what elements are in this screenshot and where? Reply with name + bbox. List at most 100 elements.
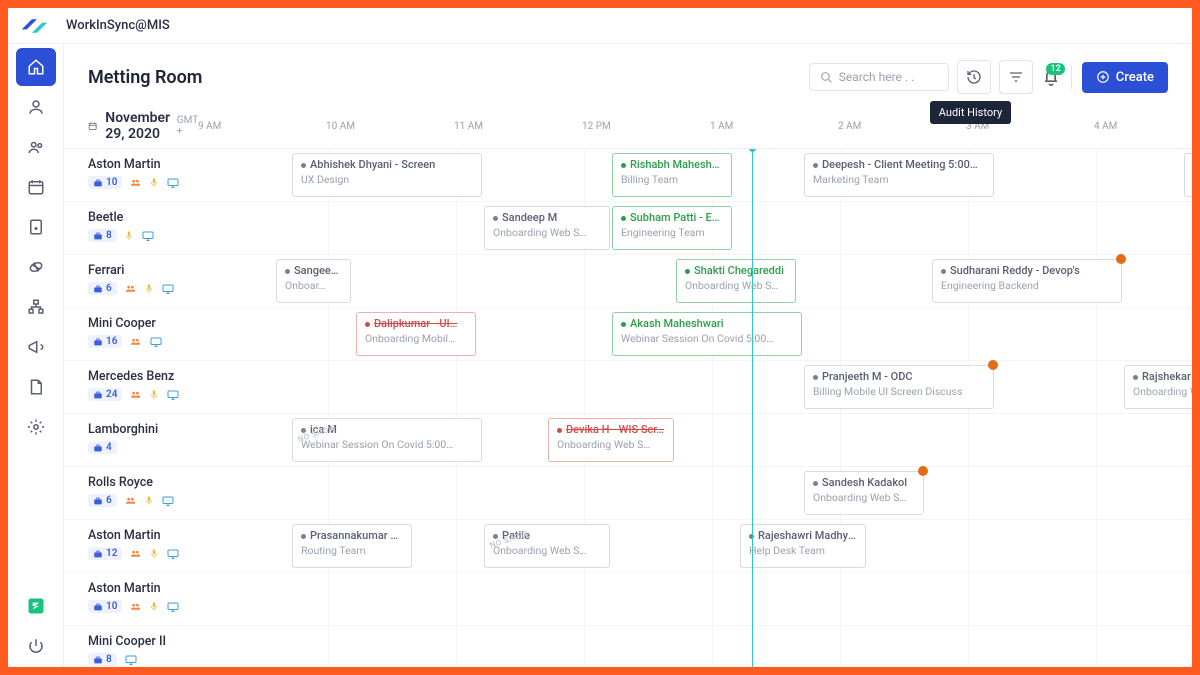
room-row: Mini Cooper II 8 — [64, 626, 1192, 667]
event-card[interactable]: Sudharani Reddy - Devop'sEngineering Bac… — [932, 259, 1122, 303]
timezone-label: GMT + — [177, 115, 198, 137]
notification-badge: 12 — [1046, 63, 1064, 75]
room-track[interactable] — [264, 573, 1192, 625]
room-track[interactable] — [264, 626, 1192, 667]
room-amenities: 6 — [88, 282, 264, 295]
room-name: Ferrari — [88, 263, 264, 278]
search-input[interactable]: Search here . . — [809, 63, 949, 91]
screen-icon — [161, 283, 175, 295]
capacity-chip: 6 — [88, 494, 117, 507]
room-amenities: 16 — [88, 335, 264, 348]
filter-button[interactable] — [999, 60, 1033, 94]
screen-icon — [141, 230, 155, 242]
date-picker[interactable]: November 29, 2020 — [88, 110, 177, 142]
room-info: Aston Martin 10 — [64, 149, 264, 201]
sidebar-calendar[interactable] — [16, 168, 56, 206]
screen-icon — [149, 336, 163, 348]
briefcase-icon — [93, 549, 103, 559]
event-card[interactable]: Sandeep MOnboarding Web S… — [484, 206, 610, 250]
briefcase-icon — [93, 231, 103, 241]
sidebar-document[interactable] — [16, 208, 56, 246]
room-row: Mini Cooper 16 Dalipkumar - UI…Onboardin… — [64, 308, 1192, 361]
sidebar-user[interactable] — [16, 88, 56, 126]
room-info: Aston Martin 10 — [64, 573, 264, 625]
event-card[interactable]: Rajshekar KOnboarding W… — [1124, 365, 1192, 409]
room-info: Aston Martin 12 — [64, 520, 264, 572]
room-name: Aston Martin — [88, 581, 264, 596]
room-name: Beetle — [88, 210, 264, 225]
alert-dot-icon — [988, 360, 998, 370]
app-title: WorkInSync@MIS — [66, 18, 170, 33]
event-card[interactable]: Abhishek Dhyani - ScreenUX Design — [292, 153, 482, 197]
sidebar-home[interactable] — [16, 48, 56, 86]
group-icon — [129, 601, 142, 612]
sidebar-brand-icon[interactable] — [16, 587, 56, 625]
capacity-chip: 8 — [88, 229, 117, 242]
room-track[interactable]: Sandeep MOnboarding Web S…Subham Patti -… — [264, 202, 1192, 254]
event-card[interactable]: Subham Patti - Eng…Engineering Team — [612, 206, 732, 250]
room-amenities: 4 — [88, 441, 264, 454]
mic-icon — [149, 547, 159, 560]
briefcase-icon — [93, 655, 103, 665]
room-name: Lamborghini — [88, 422, 264, 437]
room-track[interactable]: Pranjeeth M - ODCBilling Mobile UI Scree… — [264, 361, 1192, 413]
page-header: Metting Room Search here . . Audit Histo… — [64, 44, 1192, 104]
sidebar-announce[interactable] — [16, 328, 56, 366]
event-card[interactable]: Shakti ChegareddiOnboarding Web S… — [676, 259, 796, 303]
sidebar-power[interactable] — [16, 627, 56, 665]
briefcase-icon — [93, 337, 103, 347]
notifications-button[interactable]: 12 — [1041, 67, 1061, 87]
sidebar-settings[interactable] — [16, 408, 56, 446]
event-card[interactable]: Rishabh Mahesh…Billing Team — [612, 153, 732, 197]
briefcase-icon — [93, 178, 103, 188]
screen-icon — [166, 177, 180, 189]
room-track[interactable]: NO SHOWica MWebinar Session On Covid 5:0… — [264, 414, 1192, 466]
room-name: Mercedes Benz — [88, 369, 264, 384]
mic-icon — [149, 388, 159, 401]
event-card[interactable]: Rajeshawri Madhya…Help Desk Team — [740, 524, 866, 568]
room-info: Mini Cooper II 8 — [64, 626, 264, 667]
screen-icon — [124, 654, 138, 666]
event-card[interactable]: Prasannakumar Pa…Routing Team — [292, 524, 412, 568]
briefcase-icon — [93, 496, 103, 506]
hour-label: 1 AM — [710, 121, 838, 132]
mic-icon — [149, 600, 159, 613]
room-row: Aston Martin 10 Abhishek Dhyani - Screen… — [64, 149, 1192, 202]
sidebar-team[interactable] — [16, 128, 56, 166]
room-name: Mini Cooper — [88, 316, 264, 331]
briefcase-icon — [93, 443, 103, 453]
event-card[interactable]: Devika H - WIS Scr…Onboarding Web S… — [548, 418, 674, 462]
sidebar-file[interactable] — [16, 368, 56, 406]
event-card[interactable]: Pranjeeth M - ODCBilling Mobile UI Scree… — [804, 365, 994, 409]
history-button[interactable]: Audit History — [957, 60, 991, 94]
screen-icon — [161, 495, 175, 507]
capacity-chip: 4 — [88, 441, 117, 454]
room-row: Rolls Royce 6 Sandesh KadakolOnboarding … — [64, 467, 1192, 520]
room-track[interactable]: Sangee…Onboar… Shakti ChegareddiOnboardin… — [264, 255, 1192, 307]
capacity-chip: 16 — [88, 335, 122, 348]
event-card[interactable]: SV… — [1184, 153, 1192, 197]
tooltip-history: Audit History — [930, 101, 1011, 124]
room-track[interactable]: Abhishek Dhyani - ScreenUX Design Rishabh… — [264, 149, 1192, 201]
room-info: Beetle 8 — [64, 202, 264, 254]
event-card[interactable]: Akash MaheshwariWebinar Session On Covid… — [612, 312, 802, 356]
mic-icon — [144, 494, 154, 507]
sidebar-org[interactable] — [16, 288, 56, 326]
event-card[interactable]: Dalipkumar - UI…Onboarding Mobil… — [356, 312, 476, 356]
event-card[interactable]: NO SHOWPatileOnboarding Web S… — [484, 524, 610, 568]
filter-icon — [1008, 69, 1024, 85]
room-track[interactable]: Prasannakumar Pa…Routing Team NO SHOWPati… — [264, 520, 1192, 572]
capacity-chip: 10 — [88, 600, 122, 613]
room-track[interactable]: Dalipkumar - UI…Onboarding Mobil… Akash M… — [264, 308, 1192, 360]
sidebar-sport[interactable] — [16, 248, 56, 286]
room-info: Mini Cooper 16 — [64, 308, 264, 360]
create-button[interactable]: Create — [1082, 62, 1168, 93]
room-name: Mini Cooper II — [88, 634, 264, 649]
topbar: WorkInSync@MIS — [8, 8, 1192, 44]
event-card[interactable]: Sangee…Onboar… — [276, 259, 351, 303]
event-card[interactable]: Deepesh - Client Meeting 5:00…Marketing … — [804, 153, 994, 197]
room-amenities: 10 — [88, 600, 264, 613]
event-card[interactable]: Sandesh KadakolOnboarding Web S… — [804, 471, 924, 515]
event-card[interactable]: NO SHOWica MWebinar Session On Covid 5:0… — [292, 418, 482, 462]
room-track[interactable]: Sandesh KadakolOnboarding Web S… — [264, 467, 1192, 519]
